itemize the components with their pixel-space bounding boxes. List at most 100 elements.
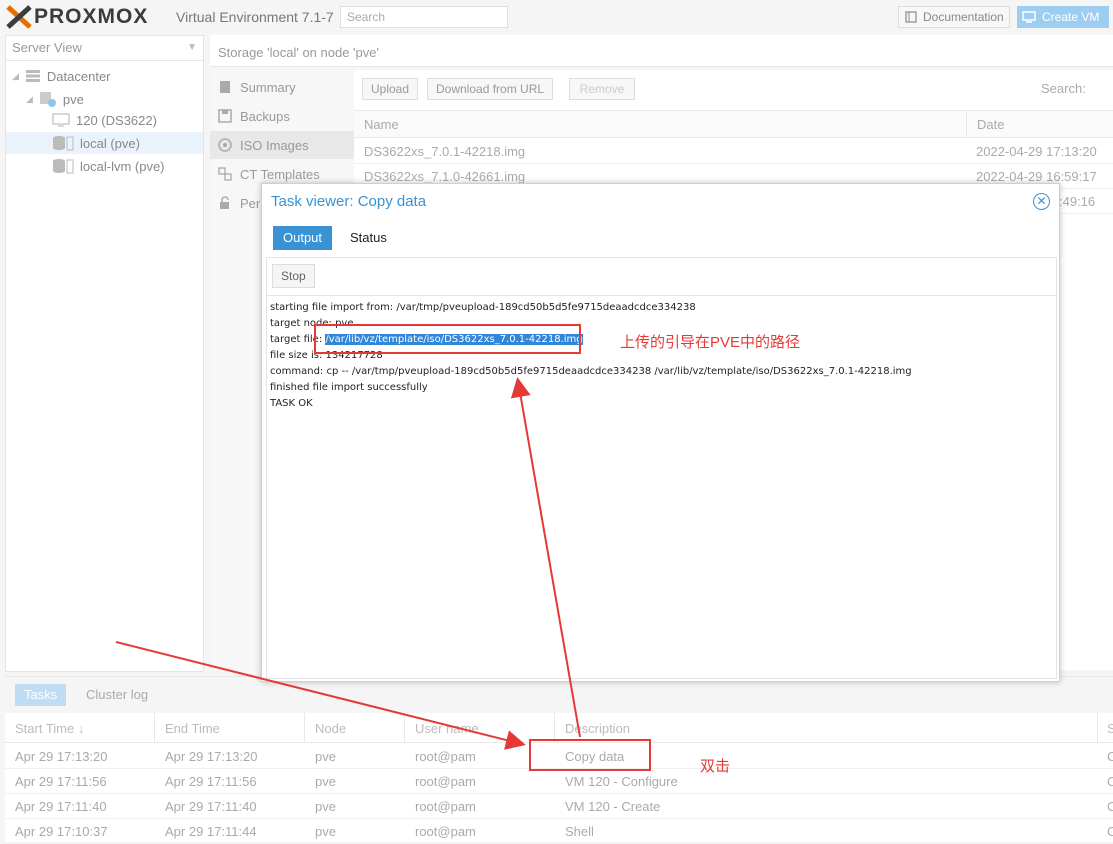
- tree-item-label: local (pve): [80, 135, 140, 151]
- tree-item-storage-local-lvm[interactable]: local-lvm (pve): [52, 155, 202, 177]
- tab-tasks[interactable]: Tasks: [15, 684, 67, 706]
- task-user: root@pam: [415, 824, 476, 839]
- create-vm-label: Create VM: [1042, 10, 1100, 24]
- iso-name: DS3622xs_7.1.0-42661.img: [364, 169, 526, 184]
- task-end: Apr 29 17:13:20: [165, 749, 258, 764]
- task-description: VM 120 - Configure: [565, 774, 678, 789]
- task-end: Apr 29 17:11:40: [165, 799, 257, 814]
- tab-output[interactable]: Output: [273, 226, 333, 250]
- task-viewer-dialog: Task viewer: Copy data ✕ Output Status S…: [261, 183, 1060, 682]
- iso-date: 2022-04-29 17:13:20: [976, 144, 1097, 159]
- column-header-node[interactable]: Node: [315, 721, 346, 736]
- log-line: finished file import successfully: [270, 382, 428, 393]
- global-search-input[interactable]: Search: [340, 6, 508, 28]
- tree-item-label: Datacenter: [46, 68, 111, 84]
- nav-item-label: Backups: [240, 108, 290, 124]
- iso-name: DS3622xs_7.0.1-42218.img: [364, 144, 526, 159]
- download-url-button[interactable]: Download from URL: [427, 78, 554, 100]
- documentation-button[interactable]: Documentation: [898, 6, 1010, 28]
- server-view-select[interactable]: Server View ▼: [6, 36, 203, 61]
- column-header-date[interactable]: Date: [966, 110, 1113, 138]
- task-status: C: [1107, 824, 1113, 839]
- book-icon: [220, 81, 230, 93]
- task-start: Apr 29 17:11:56: [15, 774, 107, 789]
- collapse-icon: ◢: [26, 93, 33, 104]
- column-header-status[interactable]: S: [1107, 721, 1113, 736]
- dialog-title: Task viewer: Copy data: [271, 193, 427, 210]
- book-icon: [905, 11, 917, 23]
- logo-text: PROXMOX: [34, 5, 149, 28]
- log-line: command: cp -- /var/tmp/pveupload-189cd5…: [270, 366, 912, 377]
- tab-cluster-log[interactable]: Cluster log: [77, 684, 157, 706]
- table-row[interactable]: Apr 29 17:10:37 Apr 29 17:11:44 pve root…: [5, 819, 1113, 844]
- task-user: root@pam: [415, 774, 476, 789]
- nav-item-backups[interactable]: Backups: [210, 102, 354, 130]
- tree-item-datacenter[interactable]: ◢ Datacenter: [12, 65, 202, 87]
- annotation-box-copy-data: [529, 739, 651, 771]
- task-node: pve: [315, 824, 336, 839]
- column-header-name[interactable]: Name: [354, 110, 966, 138]
- top-bar: PROXMOX Virtual Environment 7.1-7 Search…: [0, 0, 1113, 34]
- tree-item-label: pve: [62, 91, 84, 107]
- nav-item-iso-images[interactable]: ISO Images: [210, 131, 354, 159]
- monitor-icon: [1022, 11, 1036, 23]
- task-status: C: [1107, 774, 1113, 789]
- column-header-description[interactable]: Description: [565, 721, 630, 736]
- task-end: Apr 29 17:11:56: [165, 774, 257, 789]
- upload-button[interactable]: Upload: [362, 78, 419, 100]
- task-start: Apr 29 17:13:20: [15, 749, 108, 764]
- table-row[interactable]: Apr 29 17:11:40 Apr 29 17:11:40 pve root…: [5, 794, 1113, 819]
- iso-date: :49:16: [1059, 194, 1096, 209]
- bottom-tab-bar: Tasks Cluster log: [5, 677, 1113, 713]
- stop-button[interactable]: Stop: [272, 264, 315, 288]
- server-view-label: Server View: [12, 40, 82, 55]
- task-status: C: [1107, 799, 1113, 814]
- nav-item-summary[interactable]: Summary: [210, 73, 354, 101]
- server-online-icon: [39, 92, 56, 107]
- task-user: root@pam: [415, 749, 476, 764]
- task-end: Apr 29 17:11:44: [165, 824, 257, 839]
- column-header-user[interactable]: User name: [415, 721, 479, 736]
- close-icon[interactable]: ✕: [1033, 193, 1050, 210]
- task-user: root@pam: [415, 799, 476, 814]
- table-row[interactable]: DS3622xs_7.0.1-42218.img 2022-04-29 17:1…: [354, 139, 1113, 164]
- tree-item-node-pve[interactable]: ◢ pve: [26, 88, 202, 110]
- task-status: C: [1107, 749, 1113, 764]
- create-vm-button[interactable]: Create VM: [1017, 6, 1109, 28]
- tree-item-label: local-lvm (pve): [80, 158, 165, 174]
- nav-item-label: Per: [240, 195, 261, 211]
- log-line: starting file import from: /var/tmp/pveu…: [270, 302, 696, 313]
- collapse-icon: ◢: [12, 70, 19, 81]
- tree-item-vm-120[interactable]: 120 (DS3622): [52, 109, 202, 131]
- remove-button[interactable]: Remove: [569, 78, 635, 100]
- nav-item-label: ISO Images: [240, 137, 309, 153]
- table-row[interactable]: Apr 29 17:11:56 Apr 29 17:11:56 pve root…: [5, 769, 1113, 794]
- column-header-end-time[interactable]: End Time: [165, 721, 220, 736]
- task-node: pve: [315, 774, 336, 789]
- annotation-box-path: [314, 324, 581, 354]
- proxmox-logo[interactable]: PROXMOX: [6, 5, 148, 29]
- page-title: Storage 'local' on node 'pve': [218, 45, 379, 60]
- resource-tree: Server View ▼ ◢ Datacenter ◢ pve 120 (DS…: [5, 35, 204, 672]
- tree-item-storage-local[interactable]: local (pve): [6, 132, 203, 154]
- task-node: pve: [315, 799, 336, 814]
- nav-item-label: Summary: [240, 79, 296, 95]
- storage-icon: [53, 136, 74, 151]
- annotation-double-click-note: 双击: [700, 758, 731, 775]
- tab-status[interactable]: Status: [340, 226, 397, 250]
- task-node: pve: [315, 749, 336, 764]
- tree-item-label: 120 (DS3622): [76, 112, 157, 128]
- task-start: Apr 29 17:10:37: [15, 824, 108, 839]
- disc-icon: [218, 138, 232, 152]
- annotation-path-note: 上传的引导在PVE中的路径: [620, 334, 801, 351]
- unlock-icon: [220, 196, 229, 209]
- nav-item-label: CT Templates: [240, 166, 320, 182]
- storage-icon: [53, 159, 74, 174]
- vm-monitor-icon: [52, 113, 70, 127]
- column-header-start-time[interactable]: Start Time ↓: [15, 721, 84, 736]
- version-label: Virtual Environment 7.1-7: [176, 9, 334, 25]
- proxmox-x-icon: [6, 5, 32, 29]
- floppy-icon: [218, 109, 232, 123]
- cubes-icon: [218, 167, 232, 181]
- dialog-toolbar: Stop: [266, 257, 1057, 295]
